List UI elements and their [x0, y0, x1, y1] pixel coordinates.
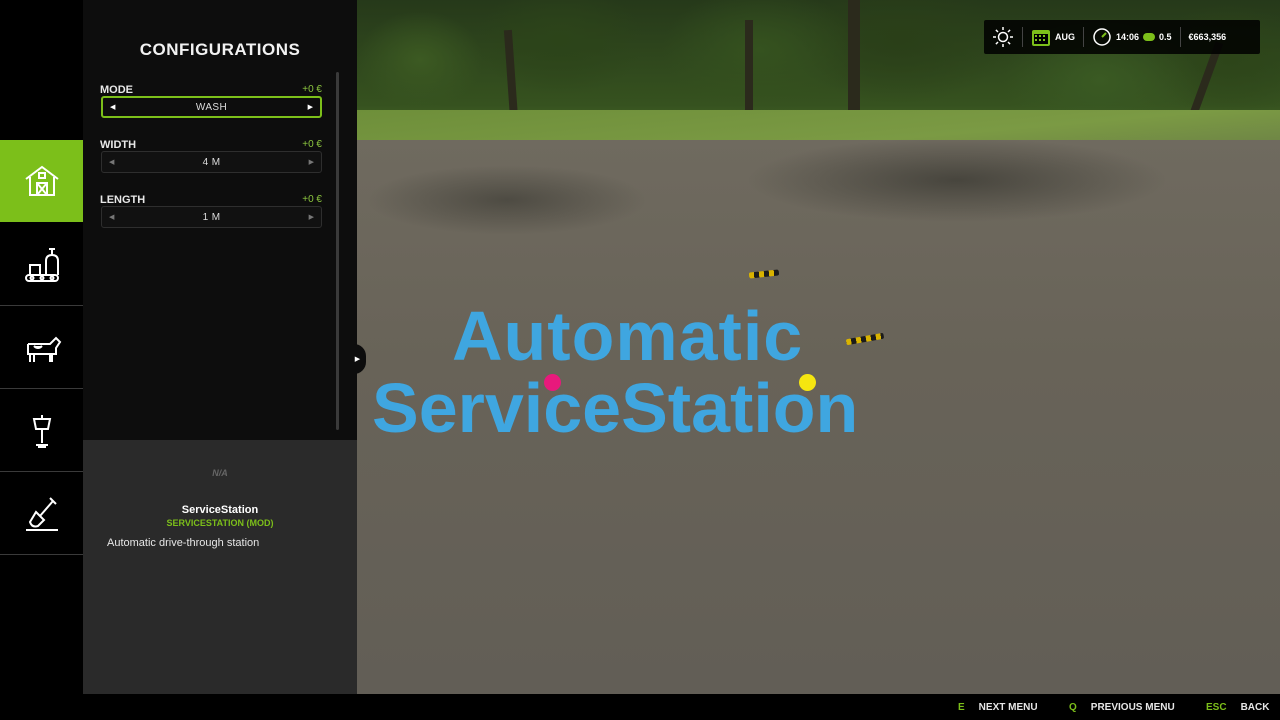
lamp-icon — [32, 414, 51, 448]
key-label: E — [958, 701, 965, 713]
sun-icon — [993, 27, 1013, 47]
item-description: Automatic drive-through station — [107, 537, 260, 549]
chevron-right-icon: ▶ — [354, 356, 361, 363]
option-label: MODE — [100, 84, 133, 96]
money-cell: €663,356 — [1181, 32, 1235, 42]
arrow-right-icon[interactable]: ▶ — [309, 213, 314, 221]
mod-name: SERVICESTATION (MOD) — [166, 518, 274, 528]
shovel-icon — [25, 496, 58, 531]
length-selector[interactable]: ◀ 1 M ▶ — [101, 206, 322, 228]
logo-line-2: ServiceStation — [372, 369, 859, 447]
option-price: +0 € — [302, 139, 322, 150]
calendar-icon — [1032, 30, 1050, 46]
weather-cell — [984, 26, 1022, 48]
action-label: PREVIOUS MENU — [1090, 701, 1175, 713]
logo-dot-magenta — [544, 374, 561, 391]
selector-value: 1 M — [202, 211, 221, 223]
action-label: BACK — [1240, 701, 1270, 713]
previous-menu-hint[interactable]: Q PREVIOUS MENU — [1069, 694, 1175, 720]
category-buildings[interactable] — [0, 140, 83, 222]
configurations-panel: CONFIGURATIONS MODE +0 € ◀ WASH ▶ WIDTH … — [83, 0, 357, 440]
option-label: LENGTH — [100, 194, 146, 206]
item-info-panel: N/A ServiceStation SERVICESTATION (MOD) … — [83, 440, 357, 694]
panel-scrollbar[interactable] — [336, 72, 339, 430]
panel-title: CONFIGURATIONS — [139, 40, 301, 59]
tree-trunk — [848, 0, 860, 118]
arrow-left-icon[interactable]: ◀ — [110, 103, 115, 111]
money-label: €663,356 — [1188, 32, 1227, 42]
logo-line-1: Automatic — [452, 297, 804, 375]
key-label: ESC — [1206, 701, 1227, 713]
selector-value: WASH — [195, 101, 228, 113]
time-label: 14:06 — [1116, 32, 1140, 42]
category-production[interactable] — [0, 224, 83, 306]
month-label: AUG — [1055, 32, 1075, 42]
option-price: +0 € — [302, 194, 322, 205]
mode-selector[interactable]: ◀ WASH ▶ — [101, 96, 322, 118]
category-decoration[interactable] — [0, 390, 83, 472]
arrow-right-icon[interactable]: ▶ — [309, 158, 314, 166]
option-price: +0 € — [302, 84, 322, 95]
category-landscaping[interactable] — [0, 473, 83, 555]
category-sidebar — [0, 0, 89, 694]
key-label: Q — [1069, 701, 1077, 713]
arrow-left-icon[interactable]: ◀ — [109, 158, 114, 166]
clock-icon — [1093, 28, 1111, 46]
category-animals[interactable] — [0, 307, 83, 389]
width-selector[interactable]: ◀ 4 M ▶ — [101, 151, 322, 173]
calendar-cell[interactable]: AUG — [1023, 27, 1083, 47]
production-icon — [24, 247, 59, 282]
next-menu-hint[interactable]: E NEXT MENU — [958, 694, 1038, 720]
tree-trunk — [745, 20, 753, 120]
action-label: NEXT MENU — [978, 701, 1038, 713]
arrow-left-icon[interactable]: ◀ — [109, 213, 114, 221]
preview-placeholder: N/A — [212, 468, 228, 478]
item-name: ServiceStation — [181, 504, 259, 516]
timescale-icon — [1143, 33, 1156, 41]
arrow-right-icon[interactable]: ▶ — [308, 103, 313, 111]
logo-dot-yellow — [799, 374, 816, 391]
top-hud: AUG 14:06 0.5 €663,356 — [984, 20, 1260, 54]
cow-icon — [26, 336, 61, 362]
back-hint[interactable]: ESC BACK — [1206, 694, 1269, 720]
time-cell[interactable]: 14:06 0.5 — [1084, 27, 1180, 47]
selector-value: 4 M — [202, 156, 221, 168]
barn-icon — [24, 165, 59, 196]
timescale-label: 0.5 — [1159, 32, 1172, 42]
option-label: WIDTH — [100, 139, 137, 151]
servicestation-logo: Automatic ServiceStation — [372, 296, 912, 447]
bottom-input-bar: E NEXT MENU Q PREVIOUS MENU ESC BACK — [0, 694, 1280, 720]
